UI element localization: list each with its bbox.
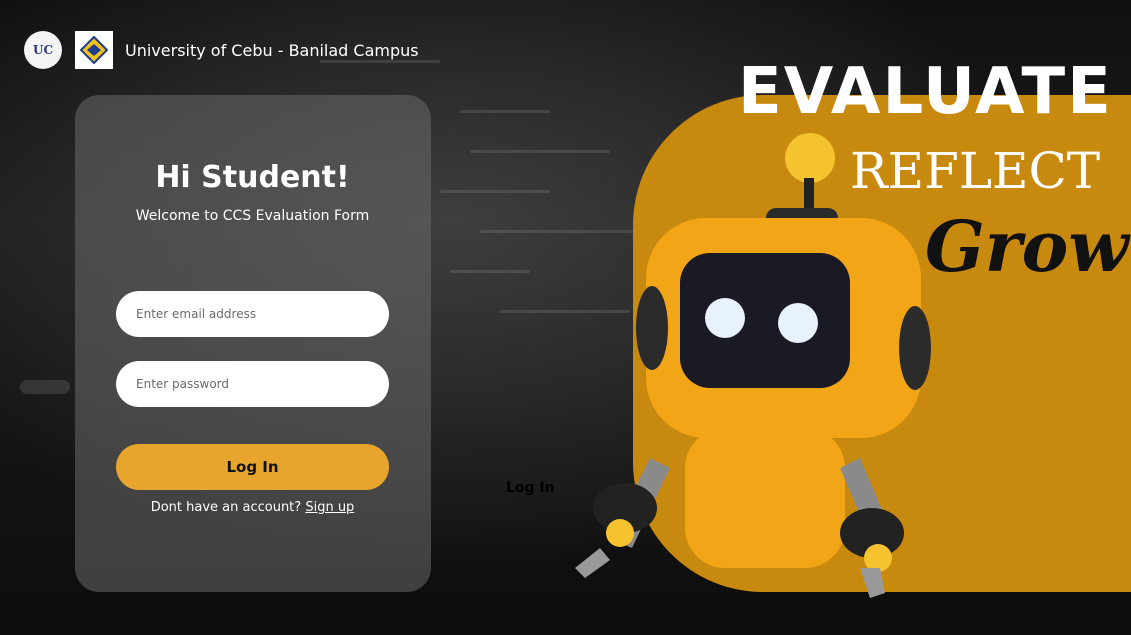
campus-title: University of Cebu - Banilad Campus (125, 40, 419, 60)
welcome-subtitle: Welcome to CCS Evaluation Form (135, 208, 370, 224)
robot-illustration (575, 133, 931, 598)
signup-row: Dont have an account? Sign up (0, 500, 505, 515)
bg-line (20, 380, 70, 394)
login-button[interactable]: Log In (116, 444, 389, 490)
email-input[interactable] (116, 291, 389, 337)
hero-grow: Grow (925, 205, 1129, 288)
signup-link[interactable]: Sign up (305, 500, 354, 515)
greeting-heading: Hi Student! (155, 160, 350, 195)
header: UC University of Cebu - Banilad Campus (24, 30, 419, 70)
ccs-logo-icon (75, 31, 113, 69)
ccs-logo-graphic (79, 35, 109, 65)
password-input[interactable] (116, 361, 389, 407)
bg-line (450, 270, 530, 273)
bg-line (460, 110, 550, 113)
hidden-login-text: Log In (506, 480, 555, 496)
hero-evaluate: EVALUATE (738, 55, 1113, 129)
uc-logo: UC (24, 31, 62, 69)
uc-logo-text: UC (32, 43, 53, 57)
signup-prompt: Dont have an account? (150, 500, 302, 515)
